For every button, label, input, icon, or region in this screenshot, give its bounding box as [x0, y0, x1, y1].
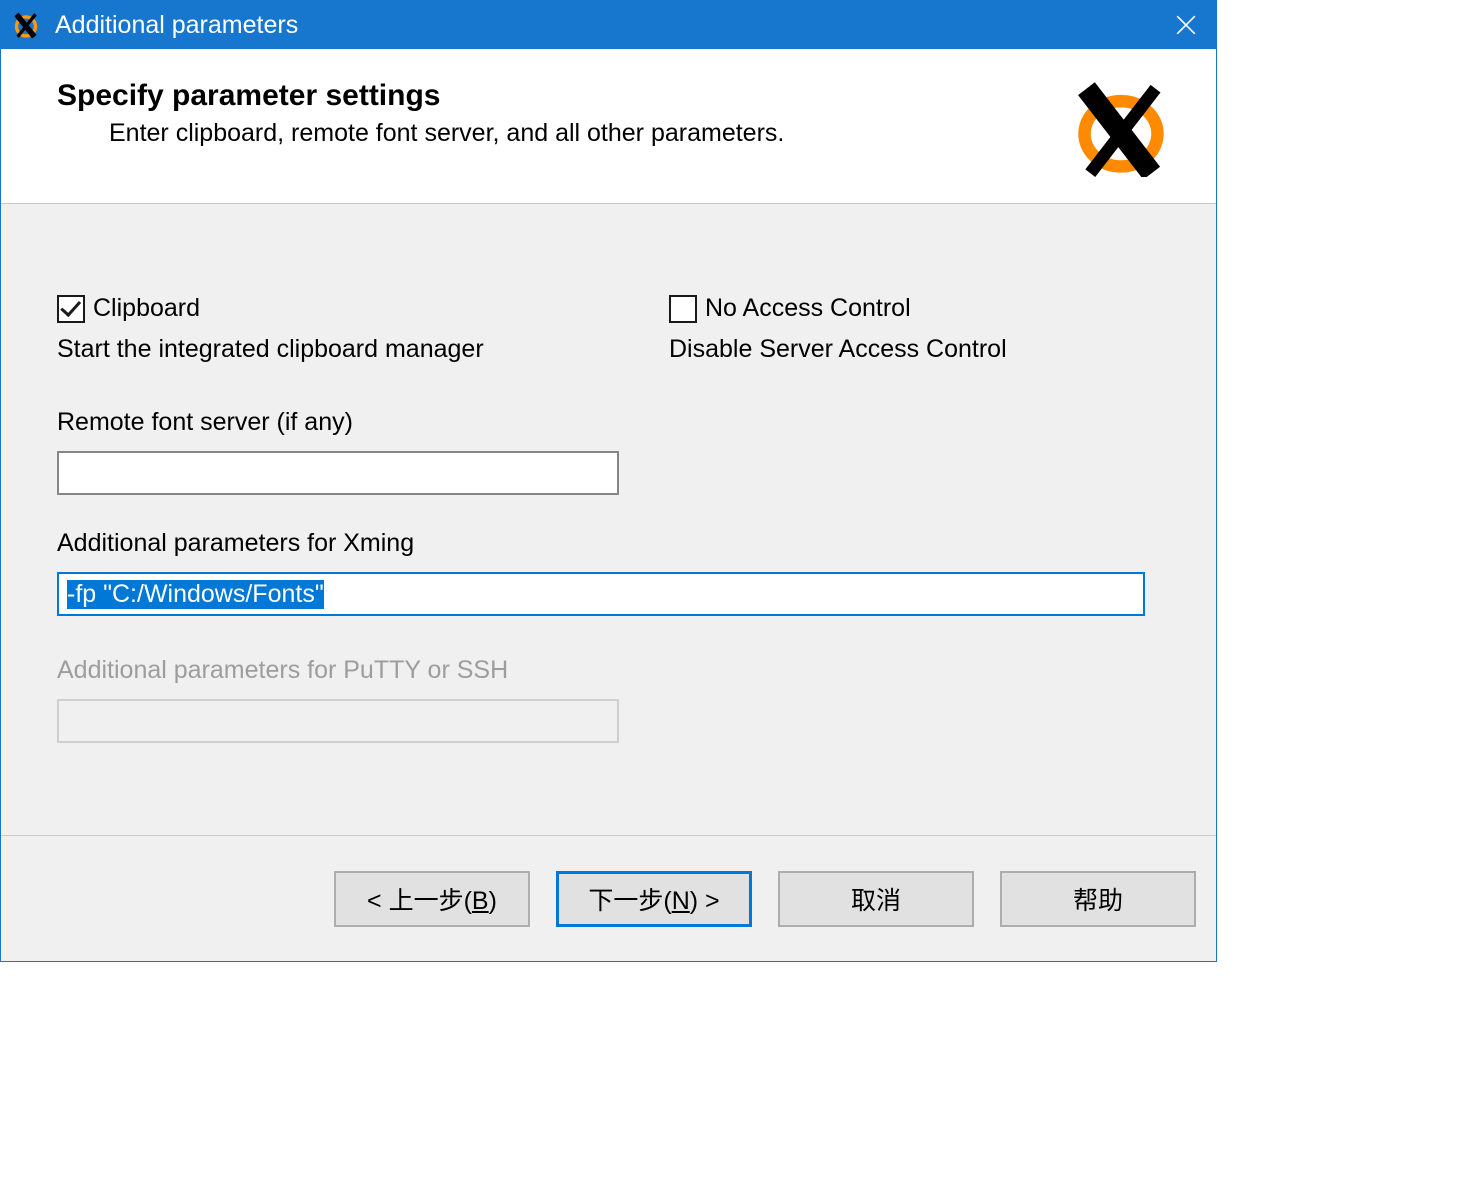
- close-button[interactable]: [1156, 1, 1216, 49]
- header: Specify parameter settings Enter clipboa…: [1, 49, 1216, 204]
- app-icon: [11, 10, 41, 40]
- header-logo-icon: [1066, 79, 1176, 179]
- cancel-button[interactable]: 取消: [778, 871, 974, 927]
- page-title: Specify parameter settings: [57, 79, 1046, 113]
- window-title: Additional parameters: [55, 11, 1156, 40]
- remote-font-input[interactable]: [57, 451, 619, 495]
- content-area: Clipboard Start the integrated clipboard…: [1, 204, 1216, 835]
- xming-params-label: Additional parameters for Xming: [57, 529, 1160, 558]
- titlebar: Additional parameters: [1, 1, 1216, 49]
- page-subtitle: Enter clipboard, remote font server, and…: [109, 119, 1046, 148]
- putty-params-input: [57, 699, 619, 743]
- remote-font-label: Remote font server (if any): [57, 408, 1160, 437]
- clipboard-description: Start the integrated clipboard manager: [57, 335, 669, 364]
- no-access-control-checkbox[interactable]: [669, 295, 697, 323]
- clipboard-label: Clipboard: [93, 294, 200, 323]
- footer: < 上一步(B) 下一步(N) > 取消 帮助: [1, 835, 1216, 961]
- no-access-control-label: No Access Control: [705, 294, 911, 323]
- next-button[interactable]: 下一步(N) >: [556, 871, 752, 927]
- no-access-control-description: Disable Server Access Control: [669, 335, 1160, 364]
- clipboard-checkbox[interactable]: [57, 295, 85, 323]
- xming-params-input[interactable]: [57, 572, 1145, 616]
- close-icon: [1175, 14, 1197, 36]
- dialog-window: Additional parameters Specify parameter …: [0, 0, 1217, 962]
- back-button[interactable]: < 上一步(B): [334, 871, 530, 927]
- help-button[interactable]: 帮助: [1000, 871, 1196, 927]
- putty-params-label: Additional parameters for PuTTY or SSH: [57, 656, 1160, 685]
